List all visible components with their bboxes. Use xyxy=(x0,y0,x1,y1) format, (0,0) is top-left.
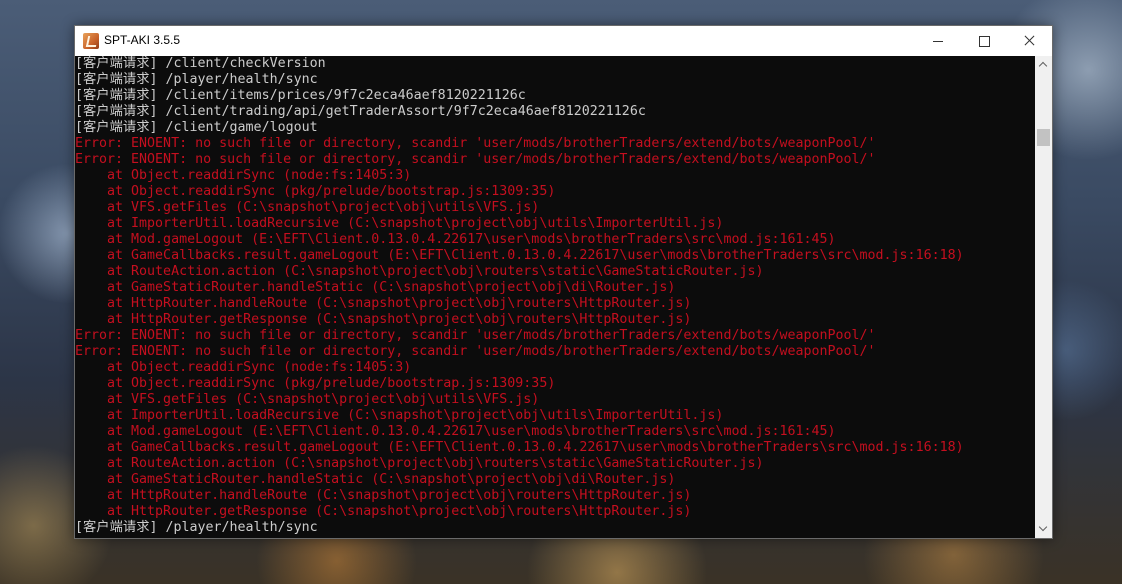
error-log-line: at HttpRouter.handleRoute (C:\snapshot\p… xyxy=(75,488,692,503)
error-log-line: at VFS.getFiles (C:\snapshot\project\obj… xyxy=(75,392,540,407)
error-log-line: at VFS.getFiles (C:\snapshot\project\obj… xyxy=(75,200,540,215)
error-log-line: at HttpRouter.getResponse (C:\snapshot\p… xyxy=(75,312,692,327)
error-log-line: at Object.readdirSync (node:fs:1405:3) xyxy=(75,168,412,183)
request-log-line: [客户端请求] /client/game/logout xyxy=(75,120,318,135)
error-log-line: at ImporterUtil.loadRecursive (C:\snapsh… xyxy=(75,216,724,231)
error-log-line: at GameStaticRouter.handleStatic (C:\sna… xyxy=(75,472,676,487)
minimize-button[interactable] xyxy=(915,26,961,56)
error-log-line: at GameCallbacks.result.gameLogout (E:\E… xyxy=(75,440,964,455)
console-output[interactable]: [客户端请求] /client/checkVersion [客户端请求] /pla… xyxy=(75,56,1035,538)
error-log-line: at Object.readdirSync (node:fs:1405:3) xyxy=(75,360,412,375)
request-log-line: [客户端请求] /client/trading/api/getTraderAss… xyxy=(75,104,646,119)
error-log-line: Error: ENOENT: no such file or directory… xyxy=(75,328,876,343)
request-log-line: [客户端请求] /client/checkVersion xyxy=(75,56,326,71)
vertical-scrollbar[interactable] xyxy=(1035,56,1052,538)
error-log-line: at RouteAction.action (C:\snapshot\proje… xyxy=(75,456,764,471)
app-icon xyxy=(83,33,99,49)
error-log-line: Error: ENOENT: no such file or directory… xyxy=(75,152,876,167)
error-log-line: at Mod.gameLogout (E:\EFT\Client.0.13.0.… xyxy=(75,232,836,247)
error-log-line: at ImporterUtil.loadRecursive (C:\snapsh… xyxy=(75,408,724,423)
error-log-line: at HttpRouter.getResponse (C:\snapshot\p… xyxy=(75,504,692,519)
request-log-line: [客户端请求] /player/health/sync xyxy=(75,520,318,535)
scroll-down-arrow-icon[interactable] xyxy=(1035,521,1052,538)
scroll-up-arrow-icon[interactable] xyxy=(1035,56,1052,73)
title-bar[interactable]: SPT-AKI 3.5.5 xyxy=(75,26,1052,56)
error-log-line: at Object.readdirSync (pkg/prelude/boots… xyxy=(75,184,556,199)
error-log-line: Error: ENOENT: no such file or directory… xyxy=(75,136,876,151)
close-button[interactable] xyxy=(1006,26,1052,56)
error-log-line: at HttpRouter.handleRoute (C:\snapshot\p… xyxy=(75,296,692,311)
error-log-line: Error: ENOENT: no such file or directory… xyxy=(75,344,876,359)
error-log-line: at Object.readdirSync (pkg/prelude/boots… xyxy=(75,376,556,391)
error-log-line: at RouteAction.action (C:\snapshot\proje… xyxy=(75,264,764,279)
request-log-line: [客户端请求] /player/health/sync xyxy=(75,72,318,87)
maximize-button[interactable] xyxy=(961,26,1007,56)
request-log-line: [客户端请求] /client/items/prices/9f7c2eca46a… xyxy=(75,88,526,103)
error-log-line: at GameCallbacks.result.gameLogout (E:\E… xyxy=(75,248,964,263)
error-log-line: at GameStaticRouter.handleStatic (C:\sna… xyxy=(75,280,676,295)
scroll-thumb[interactable] xyxy=(1037,129,1050,146)
console-window[interactable]: SPT-AKI 3.5.5 [客户端请求] /client/checkVersi… xyxy=(74,25,1053,539)
window-title: SPT-AKI 3.5.5 xyxy=(104,33,181,47)
error-log-line: at Mod.gameLogout (E:\EFT\Client.0.13.0.… xyxy=(75,424,836,439)
